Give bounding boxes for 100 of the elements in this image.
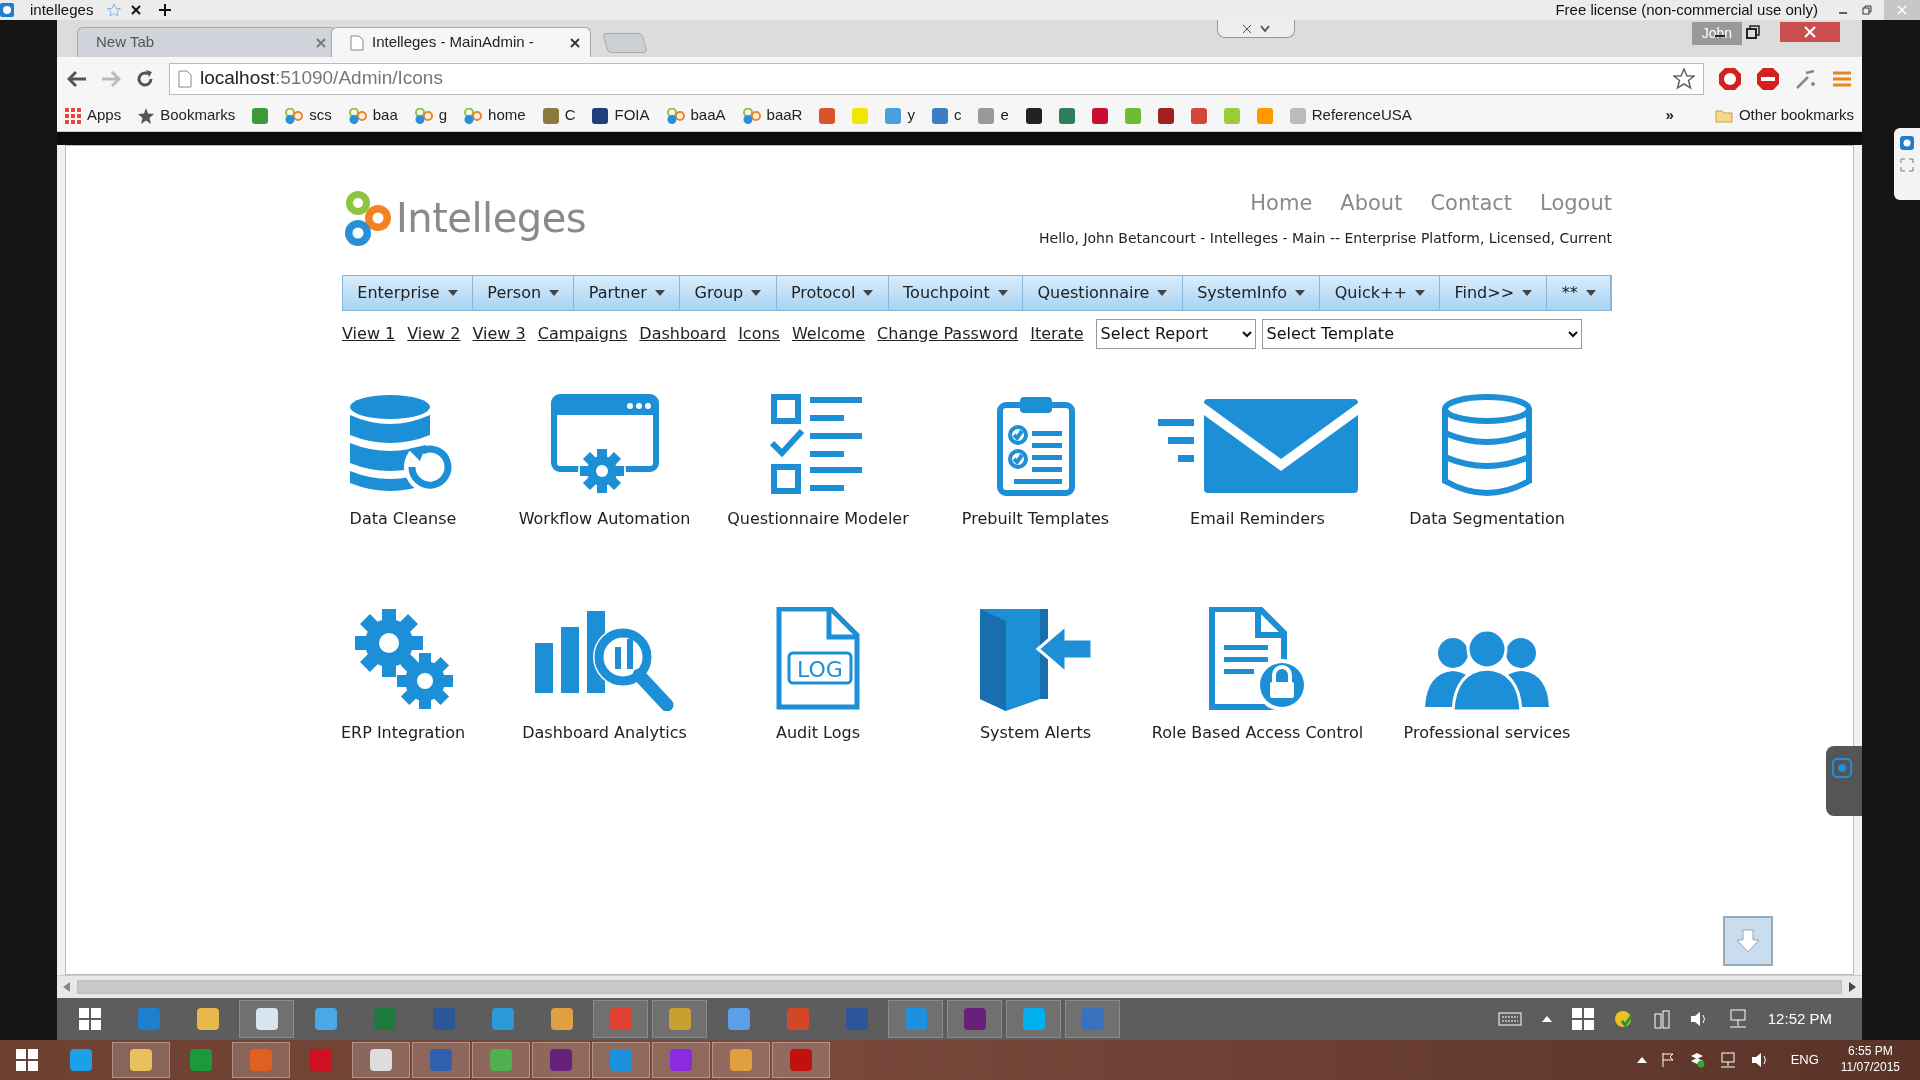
windows-icon[interactable] bbox=[79, 1008, 101, 1030]
caret-icon bbox=[1585, 289, 1596, 296]
feature-label: System Alerts bbox=[979, 721, 1092, 744]
volume-icon[interactable] bbox=[1750, 1052, 1769, 1068]
overflow-chevron[interactable]: » bbox=[1665, 104, 1674, 127]
menu-dropdown[interactable]: Group bbox=[680, 275, 777, 310]
language-indicator[interactable]: ENG bbox=[1790, 1050, 1819, 1070]
menu-dropdown[interactable]: Find>> bbox=[1440, 275, 1548, 310]
caret-icon bbox=[863, 289, 874, 296]
bookmark-link[interactable]: Other bookmarks bbox=[1714, 104, 1854, 127]
chevron-down-icon[interactable] bbox=[1260, 24, 1270, 33]
page-link[interactable]: View 3 bbox=[472, 321, 526, 346]
bookmark-link[interactable]: FOIA bbox=[592, 104, 650, 127]
taskbar-button[interactable] bbox=[652, 1000, 707, 1038]
bookmark-link[interactable]: g bbox=[414, 104, 448, 127]
side-widget[interactable] bbox=[1894, 128, 1920, 200]
favicon-icon[interactable] bbox=[1157, 107, 1174, 124]
feature-label: Professional services bbox=[1403, 721, 1571, 744]
page-link[interactable]: View 1 bbox=[342, 321, 396, 346]
volume-icon[interactable] bbox=[1689, 1011, 1708, 1027]
bookmark-link[interactable]: baaR bbox=[742, 104, 803, 127]
feature-label: Dashboard Analytics bbox=[522, 721, 687, 744]
close-button[interactable] bbox=[1780, 22, 1840, 42]
page-link[interactable]: Dashboard bbox=[639, 321, 727, 346]
window-title: intelleges bbox=[30, 0, 94, 20]
star-icon[interactable] bbox=[1673, 67, 1695, 90]
page-link[interactable]: Welcome bbox=[791, 321, 866, 346]
taskbar-button[interactable] bbox=[239, 1000, 294, 1038]
back-icon[interactable] bbox=[67, 69, 87, 88]
forward-icon[interactable] bbox=[101, 69, 121, 88]
network-icon[interactable] bbox=[1718, 1052, 1737, 1068]
caret-icon bbox=[654, 289, 665, 296]
network-icon[interactable] bbox=[1727, 1009, 1748, 1029]
stop-sign-icon[interactable] bbox=[1718, 66, 1742, 91]
logo-text: Intelleges bbox=[396, 194, 587, 244]
database-icon bbox=[1439, 392, 1535, 497]
restore-icon[interactable] bbox=[1862, 5, 1872, 15]
page-link[interactable]: Campaigns bbox=[537, 321, 628, 346]
star-icon[interactable] bbox=[107, 3, 122, 17]
bookmark-link[interactable]: y bbox=[885, 104, 915, 127]
chevron-up-icon[interactable] bbox=[1541, 1016, 1552, 1022]
flag-icon[interactable] bbox=[1660, 1052, 1675, 1068]
caret-icon bbox=[997, 289, 1008, 296]
scroll-down-button[interactable] bbox=[1723, 916, 1773, 966]
add-tab-icon[interactable] bbox=[159, 4, 172, 16]
menu-dropdown[interactable]: Quick++ bbox=[1320, 275, 1441, 310]
horizontal-scrollbar[interactable] bbox=[57, 975, 1862, 998]
window-mode-tab[interactable] bbox=[1217, 20, 1295, 38]
bookmark-link[interactable]: C bbox=[542, 104, 576, 127]
taskbar-button[interactable] bbox=[947, 1000, 1002, 1038]
chat-icon bbox=[1832, 758, 1852, 778]
page-link[interactable]: Icons bbox=[738, 321, 780, 346]
chevron-up-icon[interactable] bbox=[1636, 1057, 1647, 1063]
menu-dropdown[interactable]: Person bbox=[472, 275, 575, 310]
clock-button[interactable]: 6:55 PM 11/07/2015 bbox=[1840, 1044, 1900, 1076]
new-tab-button[interactable] bbox=[602, 33, 648, 53]
select-field[interactable]: Select Template bbox=[1261, 318, 1582, 349]
menu-dropdown[interactable]: SystemInfo bbox=[1182, 275, 1321, 310]
caret-icon bbox=[751, 289, 762, 296]
page-link[interactable]: Change Password bbox=[877, 321, 1019, 346]
close-icon bbox=[1897, 5, 1907, 15]
menu-dropdown[interactable]: Protocol bbox=[776, 275, 889, 310]
close-button[interactable] bbox=[1884, 0, 1920, 20]
caret-icon bbox=[1295, 289, 1306, 296]
page-link[interactable]: View 2 bbox=[407, 321, 461, 346]
taskbar-button[interactable] bbox=[1006, 1000, 1061, 1038]
bookmark-link[interactable]: e bbox=[978, 104, 1009, 127]
feature-label: Role Based Access Control bbox=[1151, 721, 1364, 744]
status-check-icon bbox=[1613, 1009, 1634, 1029]
address-field[interactable]: localhost:51090/Admin/Icons bbox=[169, 62, 1704, 95]
select-field[interactable]: Select Report bbox=[1095, 318, 1256, 349]
bookmark-link[interactable]: baa bbox=[348, 104, 398, 127]
bookmark-link[interactable]: ReferenceUSA bbox=[1289, 104, 1412, 127]
menu-dropdown[interactable]: Partner bbox=[574, 275, 681, 310]
menu-dropdown[interactable]: ** bbox=[1547, 275, 1612, 310]
close-icon[interactable] bbox=[570, 37, 580, 48]
bookmark-link[interactable]: home bbox=[464, 104, 526, 127]
ad-block-icon[interactable] bbox=[1756, 66, 1780, 91]
windows-icon[interactable] bbox=[16, 1049, 38, 1071]
menu-icon[interactable] bbox=[1832, 69, 1852, 88]
bookmark-link[interactable]: scs bbox=[285, 104, 332, 127]
bookmark-link[interactable]: c bbox=[931, 104, 962, 127]
bookmark-link[interactable]: Apps bbox=[65, 104, 122, 127]
close-icon[interactable] bbox=[131, 5, 142, 15]
bookmark-link[interactable]: Bookmarks bbox=[138, 104, 236, 127]
side-panel-tab[interactable] bbox=[1826, 746, 1862, 816]
collapse-icon[interactable] bbox=[1242, 23, 1252, 34]
restore-icon[interactable] bbox=[1746, 25, 1760, 39]
page-link[interactable]: Iterate bbox=[1030, 321, 1084, 346]
menu-dropdown[interactable]: Touchpoint bbox=[888, 275, 1024, 310]
favicon-icon[interactable] bbox=[1025, 107, 1042, 124]
page-icon bbox=[350, 34, 364, 51]
door-arrow-icon bbox=[977, 606, 1094, 711]
menu-dropdown[interactable]: Enterprise bbox=[343, 275, 473, 310]
caret-icon bbox=[1157, 289, 1168, 296]
browser-tab[interactable]: Intelleges - MainAdmin - bbox=[331, 27, 591, 57]
reload-icon[interactable] bbox=[135, 68, 155, 89]
menu-dropdown[interactable]: Questionnaire bbox=[1023, 275, 1183, 310]
bookmark-link[interactable]: baaA bbox=[666, 104, 726, 127]
windows-icon[interactable] bbox=[1571, 1008, 1594, 1030]
